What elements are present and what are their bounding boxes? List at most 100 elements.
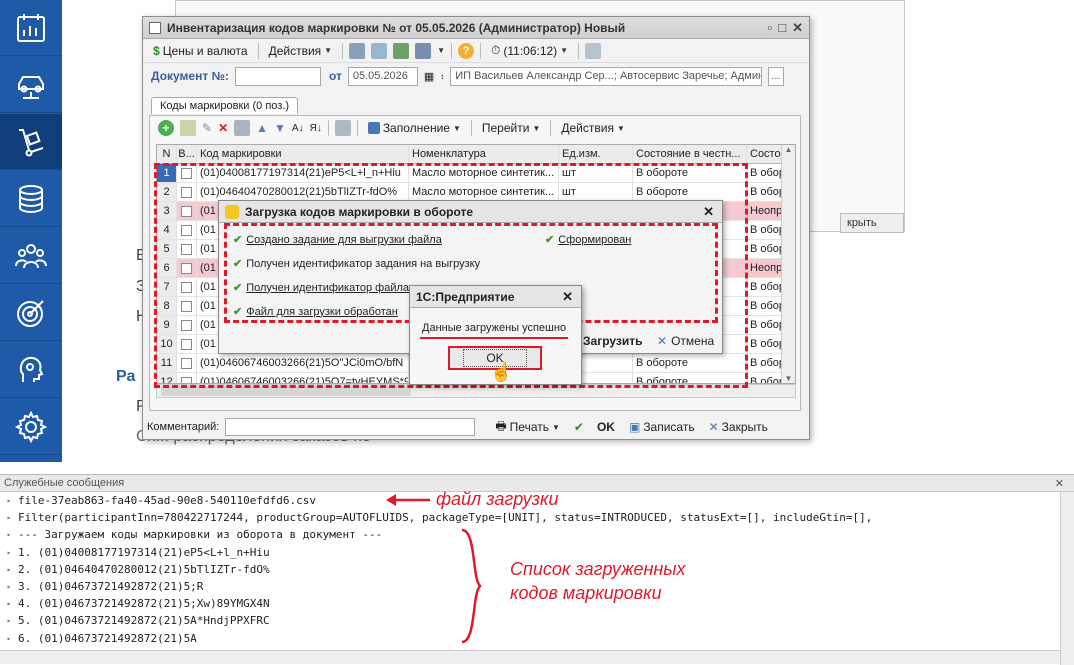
column-header-n[interactable]: N bbox=[157, 145, 177, 163]
refresh-icon[interactable] bbox=[393, 42, 410, 59]
sidebar-item-settings[interactable] bbox=[0, 399, 62, 455]
service-message-line[interactable]: ▸ Filter(participantInn=780422717244, pro… bbox=[0, 509, 1074, 526]
chevron-down-icon: ▼ bbox=[616, 123, 625, 133]
fill-menu-button[interactable]: Заполнение ▼ bbox=[364, 120, 465, 136]
list-icon[interactable] bbox=[334, 120, 351, 136]
service-message-text: 2. (01)04640470280012(21)5bTlIZTr-fdO% bbox=[18, 562, 270, 576]
expand-arrow-icon: ▸ bbox=[6, 564, 12, 574]
ok-button[interactable]: ✔ OK bbox=[570, 419, 619, 435]
close-icon[interactable]: ✕ bbox=[703, 204, 714, 220]
sidebar-item-calendar[interactable] bbox=[0, 0, 62, 56]
expand-arrow-icon: ▸ bbox=[6, 547, 12, 557]
print-label: Печать bbox=[509, 420, 549, 434]
window-titlebar: Инвентаризация кодов маркировки № от 05.… bbox=[143, 17, 809, 39]
service-messages-title: Служебные сообщения bbox=[4, 477, 125, 489]
scroll-up-icon[interactable]: ▲ bbox=[782, 145, 795, 154]
time-button[interactable]: ⏱ (11:06:12) ▼ bbox=[487, 42, 572, 59]
spinner-icon[interactable]: ↕ bbox=[440, 72, 444, 81]
table-actions-menu-button[interactable]: Действия ▼ bbox=[557, 120, 629, 136]
document-number-label: Документ №: bbox=[151, 69, 229, 83]
save-button[interactable]: ▣ Записать bbox=[625, 419, 699, 435]
window-title: Инвентаризация кодов маркировки № от 05.… bbox=[167, 20, 626, 35]
comment-row: Комментарий: 🖶 Печать ▼ ✔ OK ▣ Записать ✕ Зак… bbox=[147, 417, 805, 437]
sidebar-item-crm[interactable] bbox=[0, 342, 62, 398]
car-lift-icon bbox=[18, 75, 44, 99]
sort-asc-icon[interactable]: A↓ bbox=[292, 123, 304, 134]
move-up-icon[interactable]: ▲ bbox=[256, 121, 268, 135]
column-header-code[interactable]: Код маркировки bbox=[197, 145, 409, 163]
maximize-icon[interactable]: □ bbox=[778, 20, 786, 36]
service-horizontal-scrollbar[interactable] bbox=[0, 650, 1060, 664]
comment-field[interactable] bbox=[225, 418, 476, 436]
help-icon[interactable]: ? bbox=[457, 42, 474, 59]
unpost-icon[interactable] bbox=[371, 42, 388, 59]
service-message-line[interactable]: ▸ 5. (01)04673721492872(21)5A*HndjPPXFRC bbox=[0, 612, 1074, 629]
structure-icon[interactable] bbox=[585, 42, 602, 59]
scroll-down-icon[interactable]: ▼ bbox=[782, 374, 795, 383]
column-header-nomenclature[interactable]: Номенклатура bbox=[409, 145, 559, 163]
end-edit-icon[interactable] bbox=[234, 120, 251, 136]
service-message-line[interactable]: ▸ --- Загружаем коды маркировки из оборот… bbox=[0, 526, 1074, 543]
service-message-text: 6. (01)04673721492872(21)5A bbox=[18, 631, 197, 645]
gear-icon bbox=[14, 410, 48, 443]
annotation-file: файл загрузки bbox=[436, 489, 559, 509]
organization-field[interactable]: ИП Васильев Александр Сер...; Автосервис… bbox=[450, 66, 763, 86]
actions-menu-button[interactable]: Действия ▼ bbox=[265, 43, 337, 59]
load-dialog-title: Загрузка кодов маркировки в обороте bbox=[245, 204, 474, 219]
window-toolbar: $ Цены и валюта Действия ▼ ▼ ? ⏱ (11:06:12)… bbox=[143, 39, 809, 63]
move-down-icon[interactable]: ▼ bbox=[274, 121, 286, 135]
message-box: 1С:Предприятие ✕ Данные загружены успешн… bbox=[409, 285, 582, 385]
head-icon bbox=[19, 356, 44, 382]
sort-desc-icon[interactable]: Я↓ bbox=[310, 123, 322, 134]
minimize-icon[interactable]: ▫ bbox=[768, 20, 773, 36]
expand-arrow-icon: ▸ bbox=[6, 633, 12, 643]
sidebar-item-service[interactable] bbox=[0, 57, 62, 113]
column-header-state[interactable]: Состояние в честн... bbox=[633, 145, 747, 163]
sidebar-item-finance[interactable] bbox=[0, 171, 62, 227]
select-button[interactable]: ... bbox=[768, 66, 785, 86]
table-vertical-scrollbar[interactable]: ▲ ▼ bbox=[781, 145, 795, 383]
load-button[interactable]: Загрузить bbox=[583, 334, 642, 348]
cancel-button[interactable]: ✕ Отмена bbox=[657, 334, 714, 348]
service-vertical-scrollbar[interactable] bbox=[1060, 492, 1074, 665]
expand-arrow-icon: ▸ bbox=[6, 599, 12, 609]
goto-icon[interactable] bbox=[415, 42, 432, 59]
document-icon bbox=[149, 21, 161, 34]
background-close-button[interactable]: крыть bbox=[840, 213, 904, 233]
print-button[interactable]: 🖶 Печать ▼ bbox=[491, 416, 564, 439]
toolbar-separator bbox=[479, 42, 481, 59]
load-dialog-icon bbox=[225, 204, 239, 219]
service-message-text: 4. (01)04673721492872(21)5;Xw)89YMGX4N bbox=[18, 597, 270, 611]
calendar-icon[interactable]: ▦ bbox=[424, 70, 434, 83]
close-x-icon: ✕ bbox=[657, 334, 668, 348]
chevron-down-icon[interactable]: ▼ bbox=[437, 46, 445, 55]
close-icon[interactable]: ✕ bbox=[1055, 477, 1064, 490]
close-icon[interactable]: ✕ bbox=[792, 20, 803, 36]
sidebar-item-marketing[interactable] bbox=[0, 285, 62, 341]
post-icon[interactable] bbox=[349, 42, 366, 59]
sidebar-item-warehouse[interactable] bbox=[0, 114, 62, 170]
save-label: Записать bbox=[643, 420, 695, 434]
service-message-line[interactable]: ▸ 6. (01)04673721492872(21)5A bbox=[0, 630, 1074, 647]
goto-menu-button[interactable]: Перейти ▼ bbox=[478, 120, 544, 136]
copy-row-icon[interactable] bbox=[180, 120, 196, 136]
column-header-unit[interactable]: Ед.изм. bbox=[559, 145, 633, 163]
document-number-field[interactable] bbox=[234, 66, 321, 86]
prices-button[interactable]: $ Цены и валюта bbox=[149, 43, 252, 59]
tab-marking-codes[interactable]: Коды маркировки (0 поз.) bbox=[151, 97, 299, 114]
close-button[interactable]: ✕ Закрыть bbox=[705, 419, 772, 435]
service-message-text: 1. (01)04008177197314(21)eP5<L+l_n+Hiu bbox=[18, 545, 270, 559]
background-heading: Ра bbox=[116, 368, 136, 385]
column-header-v[interactable]: В... bbox=[177, 145, 197, 163]
toolbar-separator bbox=[327, 120, 329, 136]
delete-icon[interactable]: ✕ bbox=[218, 121, 228, 135]
table-actions-label: Действия bbox=[561, 121, 614, 135]
comment-label: Комментарий: bbox=[147, 421, 220, 433]
add-icon[interactable]: + bbox=[158, 120, 174, 136]
clock-icon: ⏱ bbox=[490, 43, 501, 57]
sidebar-item-staff[interactable] bbox=[0, 228, 62, 284]
close-icon[interactable]: ✕ bbox=[562, 289, 573, 305]
document-date-field[interactable]: 05.05.2026 bbox=[347, 66, 418, 86]
toolbar-separator bbox=[356, 120, 358, 136]
edit-icon[interactable]: ✎ bbox=[202, 121, 212, 135]
